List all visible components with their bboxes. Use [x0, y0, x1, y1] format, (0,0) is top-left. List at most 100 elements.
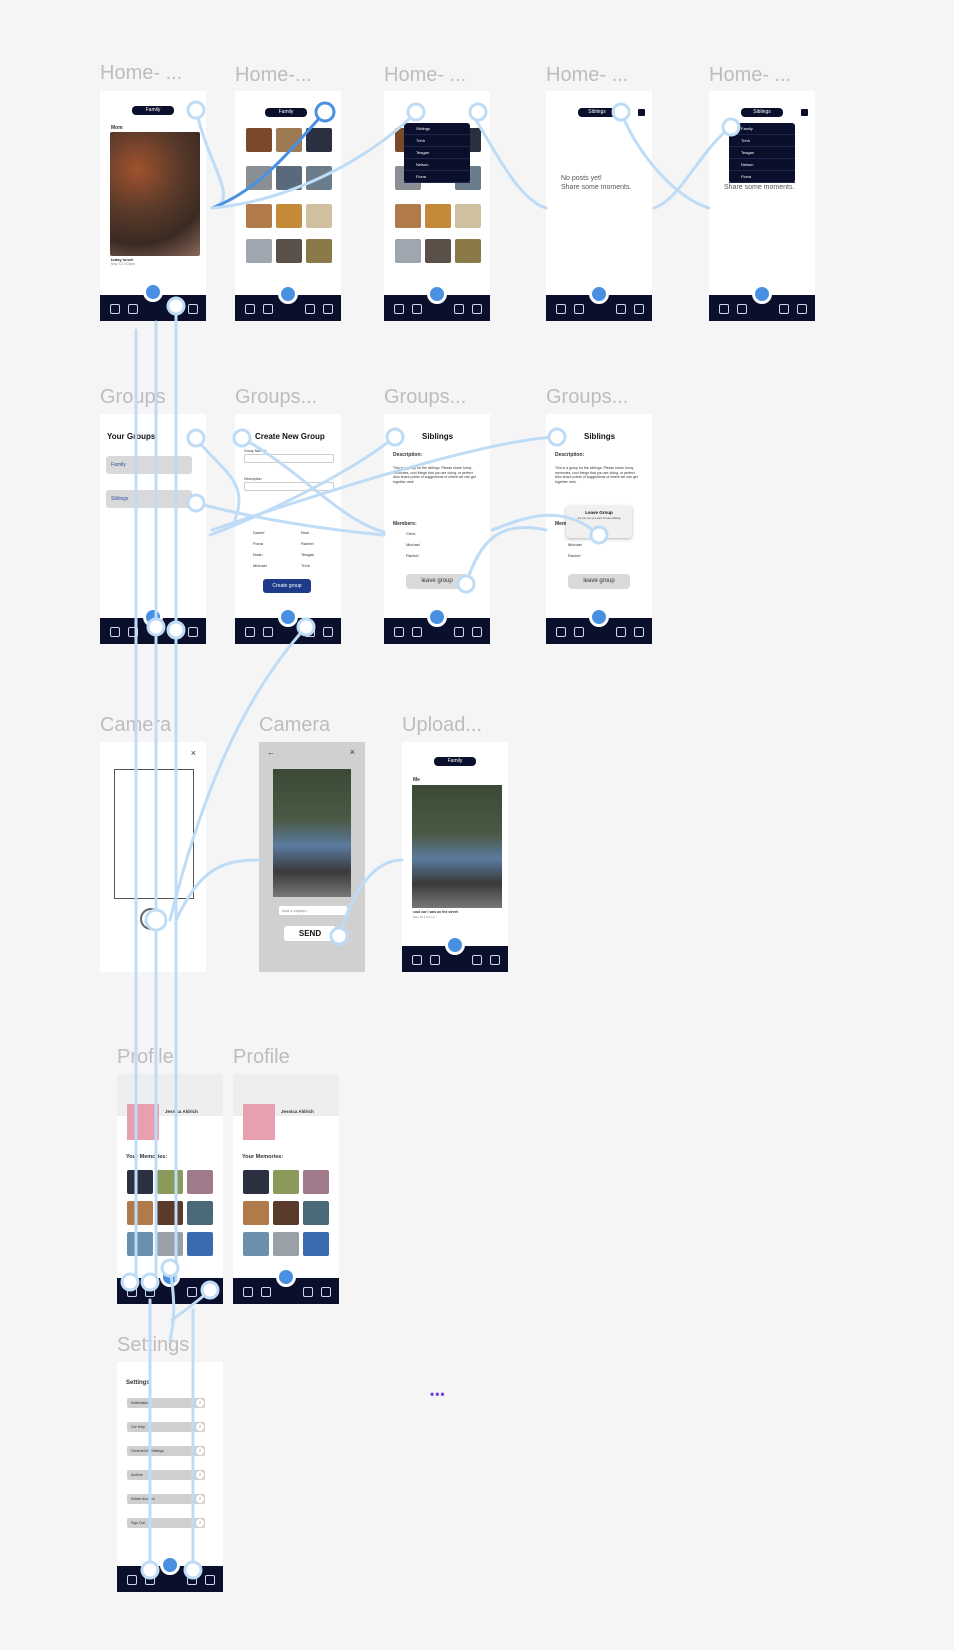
settings-row[interactable]: General Info Settings › [127, 1446, 205, 1456]
back-icon[interactable]: ← [267, 748, 275, 757]
profile-icon[interactable] [779, 304, 789, 314]
groups-icon[interactable] [430, 955, 440, 965]
thumbnail[interactable] [306, 239, 332, 263]
settings-icon[interactable] [797, 304, 807, 314]
settings-icon[interactable] [472, 304, 482, 314]
settings-icon[interactable] [205, 1287, 215, 1297]
thumbnail[interactable] [246, 239, 272, 263]
profile-icon[interactable] [454, 627, 464, 637]
thumbnail[interactable] [157, 1170, 183, 1194]
profile-icon[interactable] [305, 304, 315, 314]
settings-icon[interactable] [323, 627, 333, 637]
thumbnail[interactable] [303, 1170, 329, 1194]
thumbnail[interactable] [243, 1201, 269, 1225]
leave-group-button[interactable]: leave group [406, 574, 468, 589]
dropdown-item[interactable]: Teagan [729, 147, 795, 159]
thumbnail[interactable] [276, 204, 302, 228]
camera-button[interactable] [427, 607, 447, 627]
thumbnail[interactable] [306, 204, 332, 228]
profile-icon[interactable] [170, 627, 180, 637]
caption-input[interactable]: Add a caption... [279, 906, 347, 915]
member-option[interactable]: Michael [253, 563, 267, 568]
thumbnail[interactable] [276, 166, 302, 190]
camera-button[interactable] [276, 1267, 296, 1287]
dropdown-item[interactable]: Fiona [729, 171, 795, 183]
close-icon[interactable]: × [350, 747, 355, 757]
thumbnail[interactable] [276, 239, 302, 263]
groups-icon[interactable] [574, 627, 584, 637]
dropdown-item[interactable]: Trinh [729, 135, 795, 147]
thumbnail[interactable] [303, 1201, 329, 1225]
thumbnail[interactable] [187, 1170, 213, 1194]
groups-icon[interactable] [263, 304, 273, 314]
member-option[interactable]: Teagan [301, 552, 314, 557]
settings-icon[interactable] [188, 627, 198, 637]
profile-icon[interactable] [454, 304, 464, 314]
member-option[interactable]: Fiona [253, 541, 263, 546]
dropdown-item[interactable]: Teagan [404, 147, 470, 159]
dropdown-item[interactable]: Nelson [729, 159, 795, 171]
thumbnail[interactable] [273, 1201, 299, 1225]
settings-icon[interactable] [323, 304, 333, 314]
camera-button[interactable] [143, 282, 163, 302]
groups-icon[interactable] [737, 304, 747, 314]
settings-row[interactable]: Notifications › [127, 1398, 205, 1408]
thumbnail[interactable] [157, 1232, 183, 1256]
groups-icon[interactable] [145, 1287, 155, 1297]
groups-icon[interactable] [574, 304, 584, 314]
settings-icon[interactable] [634, 627, 644, 637]
settings-icon[interactable] [472, 627, 482, 637]
member-option[interactable]: Rachel [301, 541, 313, 546]
thumbnail[interactable] [395, 239, 421, 263]
create-group-button[interactable]: Create group [263, 579, 311, 593]
grid-icon[interactable] [801, 109, 808, 116]
thumbnail[interactable] [187, 1201, 213, 1225]
profile-icon[interactable] [616, 627, 626, 637]
settings-icon[interactable] [321, 1287, 331, 1297]
thumbnail[interactable] [157, 1201, 183, 1225]
profile-icon[interactable] [616, 304, 626, 314]
thumbnail[interactable] [395, 204, 421, 228]
thumbnail[interactable] [303, 1232, 329, 1256]
groups-icon[interactable] [128, 304, 138, 314]
more-icon[interactable]: ••• [430, 1387, 446, 1401]
thumbnail[interactable] [306, 166, 332, 190]
settings-icon[interactable] [634, 304, 644, 314]
settings-row[interactable]: Our Help › [127, 1422, 205, 1432]
home-icon[interactable] [245, 304, 255, 314]
camera-button[interactable] [589, 284, 609, 304]
camera-button[interactable] [143, 607, 163, 627]
groups-icon[interactable] [263, 627, 273, 637]
dropdown-item[interactable]: Trinh [404, 135, 470, 147]
grid-icon[interactable] [638, 109, 645, 116]
home-icon[interactable] [719, 304, 729, 314]
thumbnail[interactable] [127, 1170, 153, 1194]
camera-button[interactable] [427, 284, 447, 304]
shutter-button[interactable] [140, 908, 162, 930]
thumbnail[interactable] [455, 239, 481, 263]
profile-icon[interactable] [170, 304, 180, 314]
camera-button[interactable] [589, 607, 609, 627]
thumbnail[interactable] [187, 1232, 213, 1256]
group-selector[interactable]: Siblings [741, 108, 783, 117]
thumbnail[interactable] [246, 204, 272, 228]
dropdown-item[interactable]: Fiona [404, 171, 470, 183]
thumbnail[interactable] [243, 1232, 269, 1256]
close-icon[interactable]: × [191, 748, 196, 758]
camera-button[interactable] [752, 284, 772, 304]
thumbnail[interactable] [306, 128, 332, 152]
profile-icon[interactable] [187, 1575, 197, 1585]
thumbnail[interactable] [273, 1232, 299, 1256]
thumbnail[interactable] [425, 204, 451, 228]
groups-icon[interactable] [412, 627, 422, 637]
home-icon[interactable] [394, 627, 404, 637]
home-icon[interactable] [127, 1575, 137, 1585]
camera-button[interactable] [278, 284, 298, 304]
member-option[interactable]: Trinh [301, 563, 310, 568]
dropdown-item[interactable]: Nelson [404, 159, 470, 171]
group-row-family[interactable]: Family [106, 456, 192, 474]
member-option[interactable]: Noah [253, 552, 263, 557]
settings-row[interactable]: Sign Out › [127, 1518, 205, 1528]
settings-icon[interactable] [490, 955, 500, 965]
profile-icon[interactable] [187, 1287, 197, 1297]
